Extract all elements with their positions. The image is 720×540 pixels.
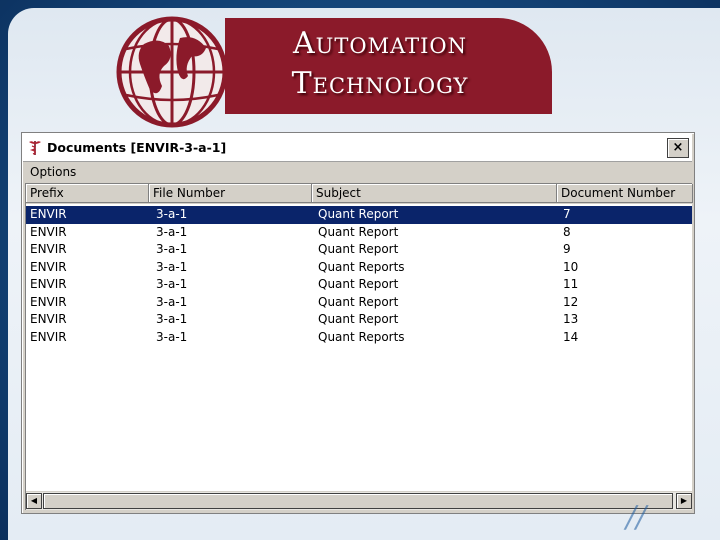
cell-subject: Quant Report [318,224,399,239]
scroll-right-button[interactable]: ▶ [676,493,692,509]
corner-watermark-icon: ∕∕ [626,500,647,535]
cell-file-number: 3-a-1 [156,259,188,274]
cell-prefix: ENVIR [30,277,67,291]
cell-prefix: ENVIR [30,329,67,344]
cell-prefix: ENVIR [30,242,67,256]
window-titlebar[interactable]: Documents [ENVIR-3-a-1] × [23,134,692,162]
menu-bar: Options [23,162,692,182]
cell-document-number: 8 [563,224,571,239]
cell-document-number: 9 [563,242,571,256]
cell-file-number: 3-a-1 [156,277,188,291]
cell-subject: Quant Report [318,242,399,256]
cell-subject: Quant Report [318,312,399,326]
scroll-left-button[interactable]: ◀ [26,493,42,509]
caduceus-icon [29,141,41,155]
globe-logo-icon [116,16,228,128]
table-row[interactable]: ENVIR 3-a-1 Quant Report 13 [26,311,692,329]
column-header-subject[interactable]: Subject [312,184,557,203]
cell-subject: Quant Reports [318,329,405,344]
column-header-prefix[interactable]: Prefix [26,184,149,203]
cell-subject: Quant Reports [318,259,405,274]
table-row[interactable]: ENVIR 3-a-1 Quant Reports 10 [26,259,692,277]
cell-subject: Quant Report [318,207,399,221]
cell-document-number: 12 [563,294,579,309]
column-header-file-number[interactable]: File Number [149,184,312,203]
slide-title-line-2: Technology [291,66,469,101]
cell-file-number: 3-a-1 [156,329,188,344]
cell-file-number: 3-a-1 [156,294,188,309]
table-row[interactable]: ENVIR 3-a-1 Quant Report 7 [26,206,692,224]
cell-prefix: ENVIR [30,259,67,274]
cell-document-number: 11 [563,277,579,291]
cell-file-number: 3-a-1 [156,207,188,221]
cell-file-number: 3-a-1 [156,312,188,326]
horizontal-scrollbar[interactable]: ◀ ▶ [26,491,692,510]
window-title: Documents [ENVIR-3-a-1] [47,140,227,155]
menu-options[interactable]: Options [30,165,76,179]
cell-subject: Quant Report [318,294,399,309]
cell-subject: Quant Report [318,277,399,291]
table-row[interactable]: ENVIR 3-a-1 Quant Report 8 [26,224,692,242]
cell-document-number: 14 [563,329,579,344]
scroll-thumb[interactable] [43,493,673,509]
cell-file-number: 3-a-1 [156,242,188,256]
cell-document-number: 10 [563,259,579,274]
cell-file-number: 3-a-1 [156,224,188,239]
list-rows: ENVIR 3-a-1 Quant Report 7 ENVIR 3-a-1 Quant R… [26,206,692,346]
table-row[interactable]: ENVIR 3-a-1 Quant Report 12 [26,294,692,312]
table-row[interactable]: ENVIR 3-a-1 Quant Report 11 [26,276,692,294]
cell-document-number: 7 [563,207,571,221]
documents-list[interactable]: Prefix File Number Subject Document Numb… [25,183,693,510]
cell-prefix: ENVIR [30,312,67,326]
close-button[interactable]: × [667,138,689,158]
column-header-document-number[interactable]: Document Number [557,184,693,203]
cell-prefix: ENVIR [30,224,67,239]
slide-title-line-1: Automation [293,26,467,61]
cell-document-number: 13 [563,312,579,326]
slide-title: Automation Technology [240,24,520,104]
table-row[interactable]: ENVIR 3-a-1 Quant Reports 14 [26,329,692,347]
documents-window: Documents [ENVIR-3-a-1] × Options Prefix… [21,132,695,514]
cell-prefix: ENVIR [30,294,67,309]
cell-prefix: ENVIR [30,207,67,221]
table-row[interactable]: ENVIR 3-a-1 Quant Report 9 [26,241,692,259]
list-header: Prefix File Number Subject Document Numb… [26,184,693,204]
